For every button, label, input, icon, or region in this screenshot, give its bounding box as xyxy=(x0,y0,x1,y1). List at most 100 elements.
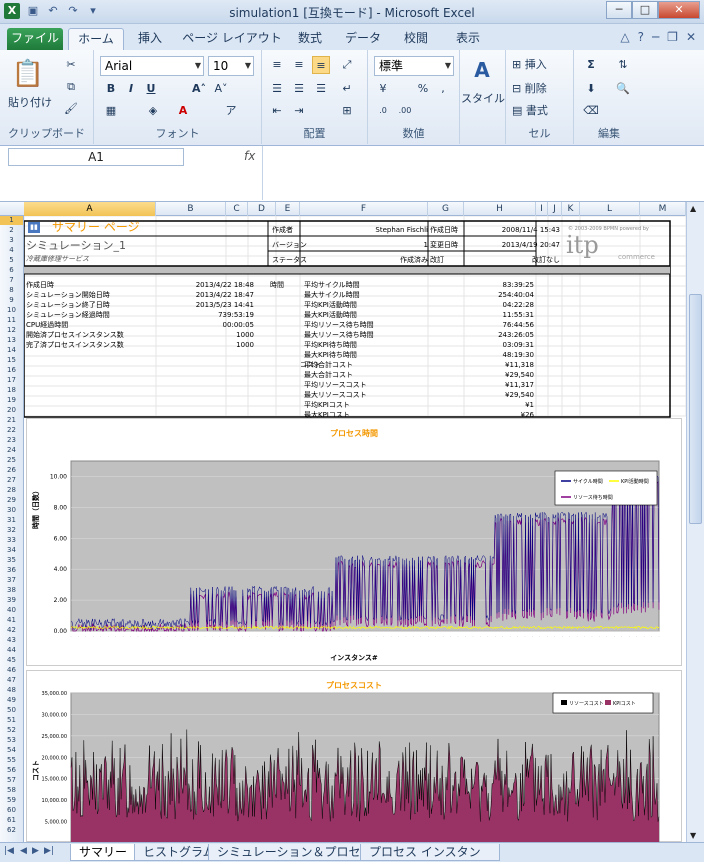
row-header[interactable]: 33 xyxy=(0,536,23,545)
next-sheet-icon[interactable]: ▶ xyxy=(32,846,39,856)
workbook-minimize-icon[interactable]: ─ xyxy=(652,30,659,44)
styles-button[interactable]: スタイル xyxy=(460,90,506,106)
row-header[interactable]: 46 xyxy=(0,666,23,675)
row-header[interactable]: 62 xyxy=(0,826,23,835)
row-header[interactable]: 11 xyxy=(0,316,23,325)
fill-icon[interactable]: ⬇ xyxy=(582,80,600,98)
row-header[interactable]: 6 xyxy=(0,266,23,275)
name-box[interactable]: A1 xyxy=(8,148,184,166)
formula-input[interactable] xyxy=(262,146,680,200)
row-header[interactable]: 56 xyxy=(0,766,23,775)
row-header[interactable]: 8 xyxy=(0,286,23,295)
row-header[interactable]: 49 xyxy=(0,696,23,705)
tab-page-layout[interactable]: ページ レイアウト xyxy=(182,28,282,50)
row-header[interactable]: 37 xyxy=(0,576,23,585)
row-header[interactable]: 13 xyxy=(0,336,23,345)
row-header[interactable]: 59 xyxy=(0,796,23,805)
copy-icon[interactable]: ⧉ xyxy=(62,78,80,96)
orientation-icon[interactable]: ⤢ xyxy=(338,56,356,74)
font-size-select[interactable]: 10 ▼ xyxy=(208,56,254,76)
row-header[interactable]: 39 xyxy=(0,596,23,605)
row-header[interactable]: 55 xyxy=(0,756,23,765)
column-header[interactable]: G xyxy=(428,202,464,216)
currency-icon[interactable]: ¥ xyxy=(374,80,392,98)
row-header[interactable]: 18 xyxy=(0,386,23,395)
scroll-up-icon[interactable]: ▲ xyxy=(690,204,696,213)
row-header[interactable]: 50 xyxy=(0,706,23,715)
column-header[interactable]: H xyxy=(464,202,536,216)
increase-indent-icon[interactable]: ⇥ xyxy=(290,102,308,120)
row-header[interactable]: 52 xyxy=(0,726,23,735)
row-header[interactable]: 51 xyxy=(0,716,23,725)
row-header[interactable]: 57 xyxy=(0,776,23,785)
autosum-icon[interactable]: Σ xyxy=(582,56,600,74)
tab-view[interactable]: 表示 xyxy=(446,28,490,50)
workbook-close-icon[interactable]: ✕ xyxy=(686,30,696,44)
scroll-thumb[interactable] xyxy=(689,294,702,524)
underline-icon[interactable]: U xyxy=(142,80,160,98)
decrease-decimal-icon[interactable]: .00 xyxy=(396,102,414,120)
insert-cells-button[interactable]: ⊞ 挿入 xyxy=(512,56,570,72)
fill-color-icon[interactable]: ◈ xyxy=(144,102,162,120)
row-header[interactable]: 22 xyxy=(0,426,23,435)
row-header[interactable]: 60 xyxy=(0,806,23,815)
row-header[interactable]: 38 xyxy=(0,586,23,595)
format-painter-icon[interactable]: 🖌 xyxy=(62,100,80,118)
vertical-scrollbar[interactable]: ▲ ▼ xyxy=(686,202,704,842)
minimize-ribbon-icon[interactable]: △ xyxy=(620,30,629,44)
row-header[interactable]: 47 xyxy=(0,676,23,685)
row-header[interactable]: 5 xyxy=(0,256,23,265)
row-header[interactable]: 16 xyxy=(0,366,23,375)
row-header[interactable]: 23 xyxy=(0,436,23,445)
merge-center-icon[interactable]: ⊞ xyxy=(338,102,356,120)
grow-font-icon[interactable]: A˄ xyxy=(190,80,208,98)
column-header[interactable]: A xyxy=(24,202,156,216)
first-sheet-icon[interactable]: |◀ xyxy=(4,846,14,856)
workbook-restore-icon[interactable]: ❐ xyxy=(667,30,678,44)
tab-review[interactable]: 校閲 xyxy=(394,28,438,50)
row-header[interactable]: 10 xyxy=(0,306,23,315)
row-header[interactable]: 28 xyxy=(0,486,23,495)
row-header[interactable]: 26 xyxy=(0,466,23,475)
find-select-icon[interactable]: 🔍 xyxy=(614,80,632,98)
row-header[interactable]: 15 xyxy=(0,356,23,365)
row-header[interactable]: 35 xyxy=(0,556,23,565)
row-header[interactable]: 27 xyxy=(0,476,23,485)
wrap-text-icon[interactable]: ↵ xyxy=(338,80,356,98)
column-header[interactable]: F xyxy=(300,202,428,216)
borders-icon[interactable]: ▦ xyxy=(102,102,120,120)
row-header[interactable]: 2 xyxy=(0,226,23,235)
column-header[interactable]: D xyxy=(248,202,276,216)
row-header[interactable]: 53 xyxy=(0,736,23,745)
align-bottom-icon[interactable]: ≡ xyxy=(312,56,330,74)
process-cost-chart[interactable]: プロセスコスト コスト 5,000.00 10,000.00 15,000.00 20… xyxy=(26,670,682,842)
column-header[interactable]: M xyxy=(640,202,686,216)
row-header[interactable]: 31 xyxy=(0,516,23,525)
row-header[interactable]: 1 xyxy=(0,216,23,225)
row-header[interactable]: 7 xyxy=(0,276,23,285)
cut-icon[interactable]: ✂ xyxy=(62,56,80,74)
row-header[interactable]: 25 xyxy=(0,456,23,465)
tab-file[interactable]: ファイル xyxy=(7,28,63,50)
number-format-select[interactable]: 標準 ▼ xyxy=(374,56,454,76)
row-header[interactable]: 41 xyxy=(0,616,23,625)
row-header[interactable]: 42 xyxy=(0,626,23,635)
shrink-font-icon[interactable]: A˅ xyxy=(212,80,230,98)
percent-icon[interactable]: % xyxy=(414,80,432,98)
clear-icon[interactable]: ⌫ xyxy=(582,102,600,120)
row-header[interactable]: 48 xyxy=(0,686,23,695)
sort-filter-icon[interactable]: ⇅ xyxy=(614,56,632,74)
row-header[interactable]: 9 xyxy=(0,296,23,305)
increase-decimal-icon[interactable]: .0 xyxy=(374,102,392,120)
column-header[interactable]: E xyxy=(276,202,300,216)
decrease-indent-icon[interactable]: ⇤ xyxy=(268,102,286,120)
tab-formulas[interactable]: 数式 xyxy=(288,28,332,50)
row-header[interactable]: 34 xyxy=(0,546,23,555)
font-name-select[interactable]: Arial ▼ xyxy=(100,56,204,76)
tab-home[interactable]: ホーム xyxy=(68,28,124,50)
row-header[interactable]: 20 xyxy=(0,406,23,415)
styles-icon[interactable]: A xyxy=(468,58,496,86)
align-top-icon[interactable]: ≡ xyxy=(268,56,286,74)
column-header[interactable]: B xyxy=(156,202,226,216)
sheet-tab-summary[interactable]: サマリー xyxy=(70,844,137,861)
